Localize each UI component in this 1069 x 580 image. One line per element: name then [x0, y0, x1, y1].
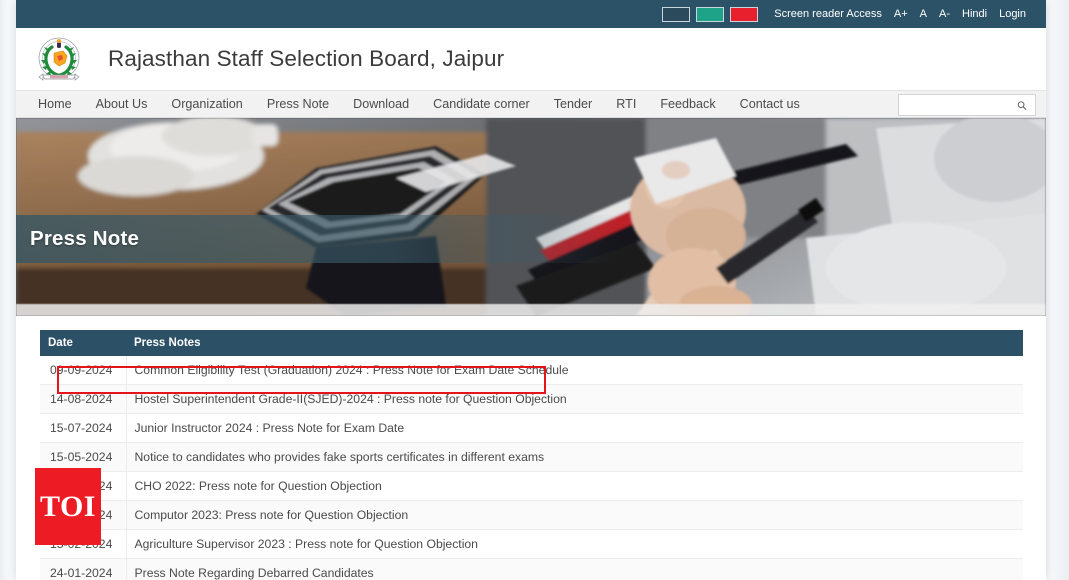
- cell-date: 09-09-2024: [40, 356, 127, 385]
- site-title: Rajasthan Staff Selection Board, Jaipur: [108, 46, 505, 71]
- column-header-date: Date: [40, 330, 126, 356]
- cell-date: 15-07-2024: [40, 413, 127, 443]
- cell-date: 24-01-2024: [40, 558, 127, 580]
- nav-item-home[interactable]: Home: [26, 97, 84, 111]
- search-box: [898, 94, 1036, 116]
- table-row[interactable]: 15-04-2024CHO 2022: Press note for Quest…: [40, 471, 1023, 501]
- font-decrease-button[interactable]: A-: [933, 8, 956, 20]
- page-container: Screen reader Access A+ A A- Hindi Login: [16, 0, 1046, 580]
- nav-item-candidate-corner[interactable]: Candidate corner: [421, 97, 542, 111]
- nav-item-rti[interactable]: RTI: [604, 97, 648, 111]
- nav-item-download[interactable]: Download: [341, 97, 421, 111]
- search-input[interactable]: [899, 95, 1011, 115]
- theme-swatch-teal[interactable]: [696, 6, 725, 22]
- cell-press-note[interactable]: Hostel Superintendent Grade-II(SJED)-202…: [126, 384, 1023, 414]
- cell-press-note[interactable]: CHO 2022: Press note for Question Object…: [126, 471, 1023, 501]
- table-header-row: Date Press Notes: [40, 330, 1023, 356]
- banner-title: Press Note: [30, 227, 140, 250]
- cell-date: 14-08-2024: [40, 384, 127, 414]
- font-normal-button[interactable]: A: [914, 8, 933, 20]
- table-row[interactable]: 15-05-2024 Notice to candidates who provi…: [40, 442, 1023, 472]
- table-head: Date Press Notes: [40, 330, 1023, 356]
- cell-press-note[interactable]: Agriculture Supervisor 2023 : Press note…: [126, 529, 1023, 559]
- table-row[interactable]: 15-03-2024Computor 2023: Press note for …: [40, 500, 1023, 530]
- table-row[interactable]: 09-09-2024 Common Eligibility Test (Gradu…: [40, 356, 1023, 385]
- banner-caption: Press Note: [16, 215, 618, 263]
- toi-watermark-text: TOI: [40, 489, 96, 523]
- nav-item-organization[interactable]: Organization: [159, 97, 254, 111]
- top-utility-bar: Screen reader Access A+ A A- Hindi Login: [16, 0, 1046, 28]
- main-navigation: Home About Us Organization Press Note Do…: [16, 90, 1046, 118]
- nav-item-press-note[interactable]: Press Note: [255, 97, 341, 111]
- login-link[interactable]: Login: [993, 8, 1032, 20]
- nav-item-tender[interactable]: Tender: [542, 97, 605, 111]
- cell-press-note[interactable]: Notice to candidates who provides fake s…: [126, 442, 1023, 472]
- press-note-content: Date Press Notes 09-09-2024 Common Eligib…: [16, 316, 1046, 580]
- site-header: Rajasthan Staff Selection Board, Jaipur: [16, 28, 1046, 90]
- cell-press-note[interactable]: Press Note Regarding Debarred Candidates: [126, 558, 1023, 580]
- table-row[interactable]: 24-01-2024 Press Note Regarding Debarred …: [40, 558, 1023, 580]
- nav-item-about-us[interactable]: About Us: [84, 97, 160, 111]
- toi-watermark: TOI: [35, 468, 101, 545]
- column-header-press-notes: Press Notes: [126, 330, 1023, 356]
- table-row[interactable]: 15-02-2024Agriculture Supervisor 2023 : …: [40, 529, 1023, 559]
- theme-color-swatches: [662, 6, 759, 22]
- search-button[interactable]: [1011, 95, 1033, 115]
- screen-reader-access-link[interactable]: Screen reader Access: [768, 8, 888, 20]
- page-banner: Press Note: [16, 118, 1046, 316]
- table-body: 09-09-2024 Common Eligibility Test (Gradu…: [40, 356, 1023, 580]
- cell-press-note[interactable]: Junior Instructor 2024 : Press Note for …: [126, 413, 1023, 443]
- theme-swatch-red[interactable]: [730, 6, 759, 22]
- nav-item-contact-us[interactable]: Contact us: [728, 97, 812, 111]
- cell-press-note[interactable]: Common Eligibility Test (Graduation) 202…: [126, 356, 1023, 385]
- language-hindi-link[interactable]: Hindi: [956, 8, 993, 20]
- nav-item-feedback[interactable]: Feedback: [648, 97, 727, 111]
- table-row[interactable]: 14-08-2024 Hostel Superintendent Grade-II…: [40, 384, 1023, 414]
- theme-swatch-navy[interactable]: [662, 6, 691, 22]
- font-increase-button[interactable]: A+: [888, 8, 914, 20]
- browser-viewport: Screen reader Access A+ A A- Hindi Login: [0, 0, 1069, 580]
- search-icon: [1017, 100, 1027, 110]
- table-row[interactable]: 15-07-2024 Junior Instructor 2024 : Press…: [40, 413, 1023, 443]
- press-notes-table: Date Press Notes 09-09-2024 Common Eligib…: [40, 330, 1023, 580]
- rajasthan-government-emblem-icon: [28, 29, 90, 91]
- cell-press-note[interactable]: Computor 2023: Press note for Question O…: [126, 500, 1023, 530]
